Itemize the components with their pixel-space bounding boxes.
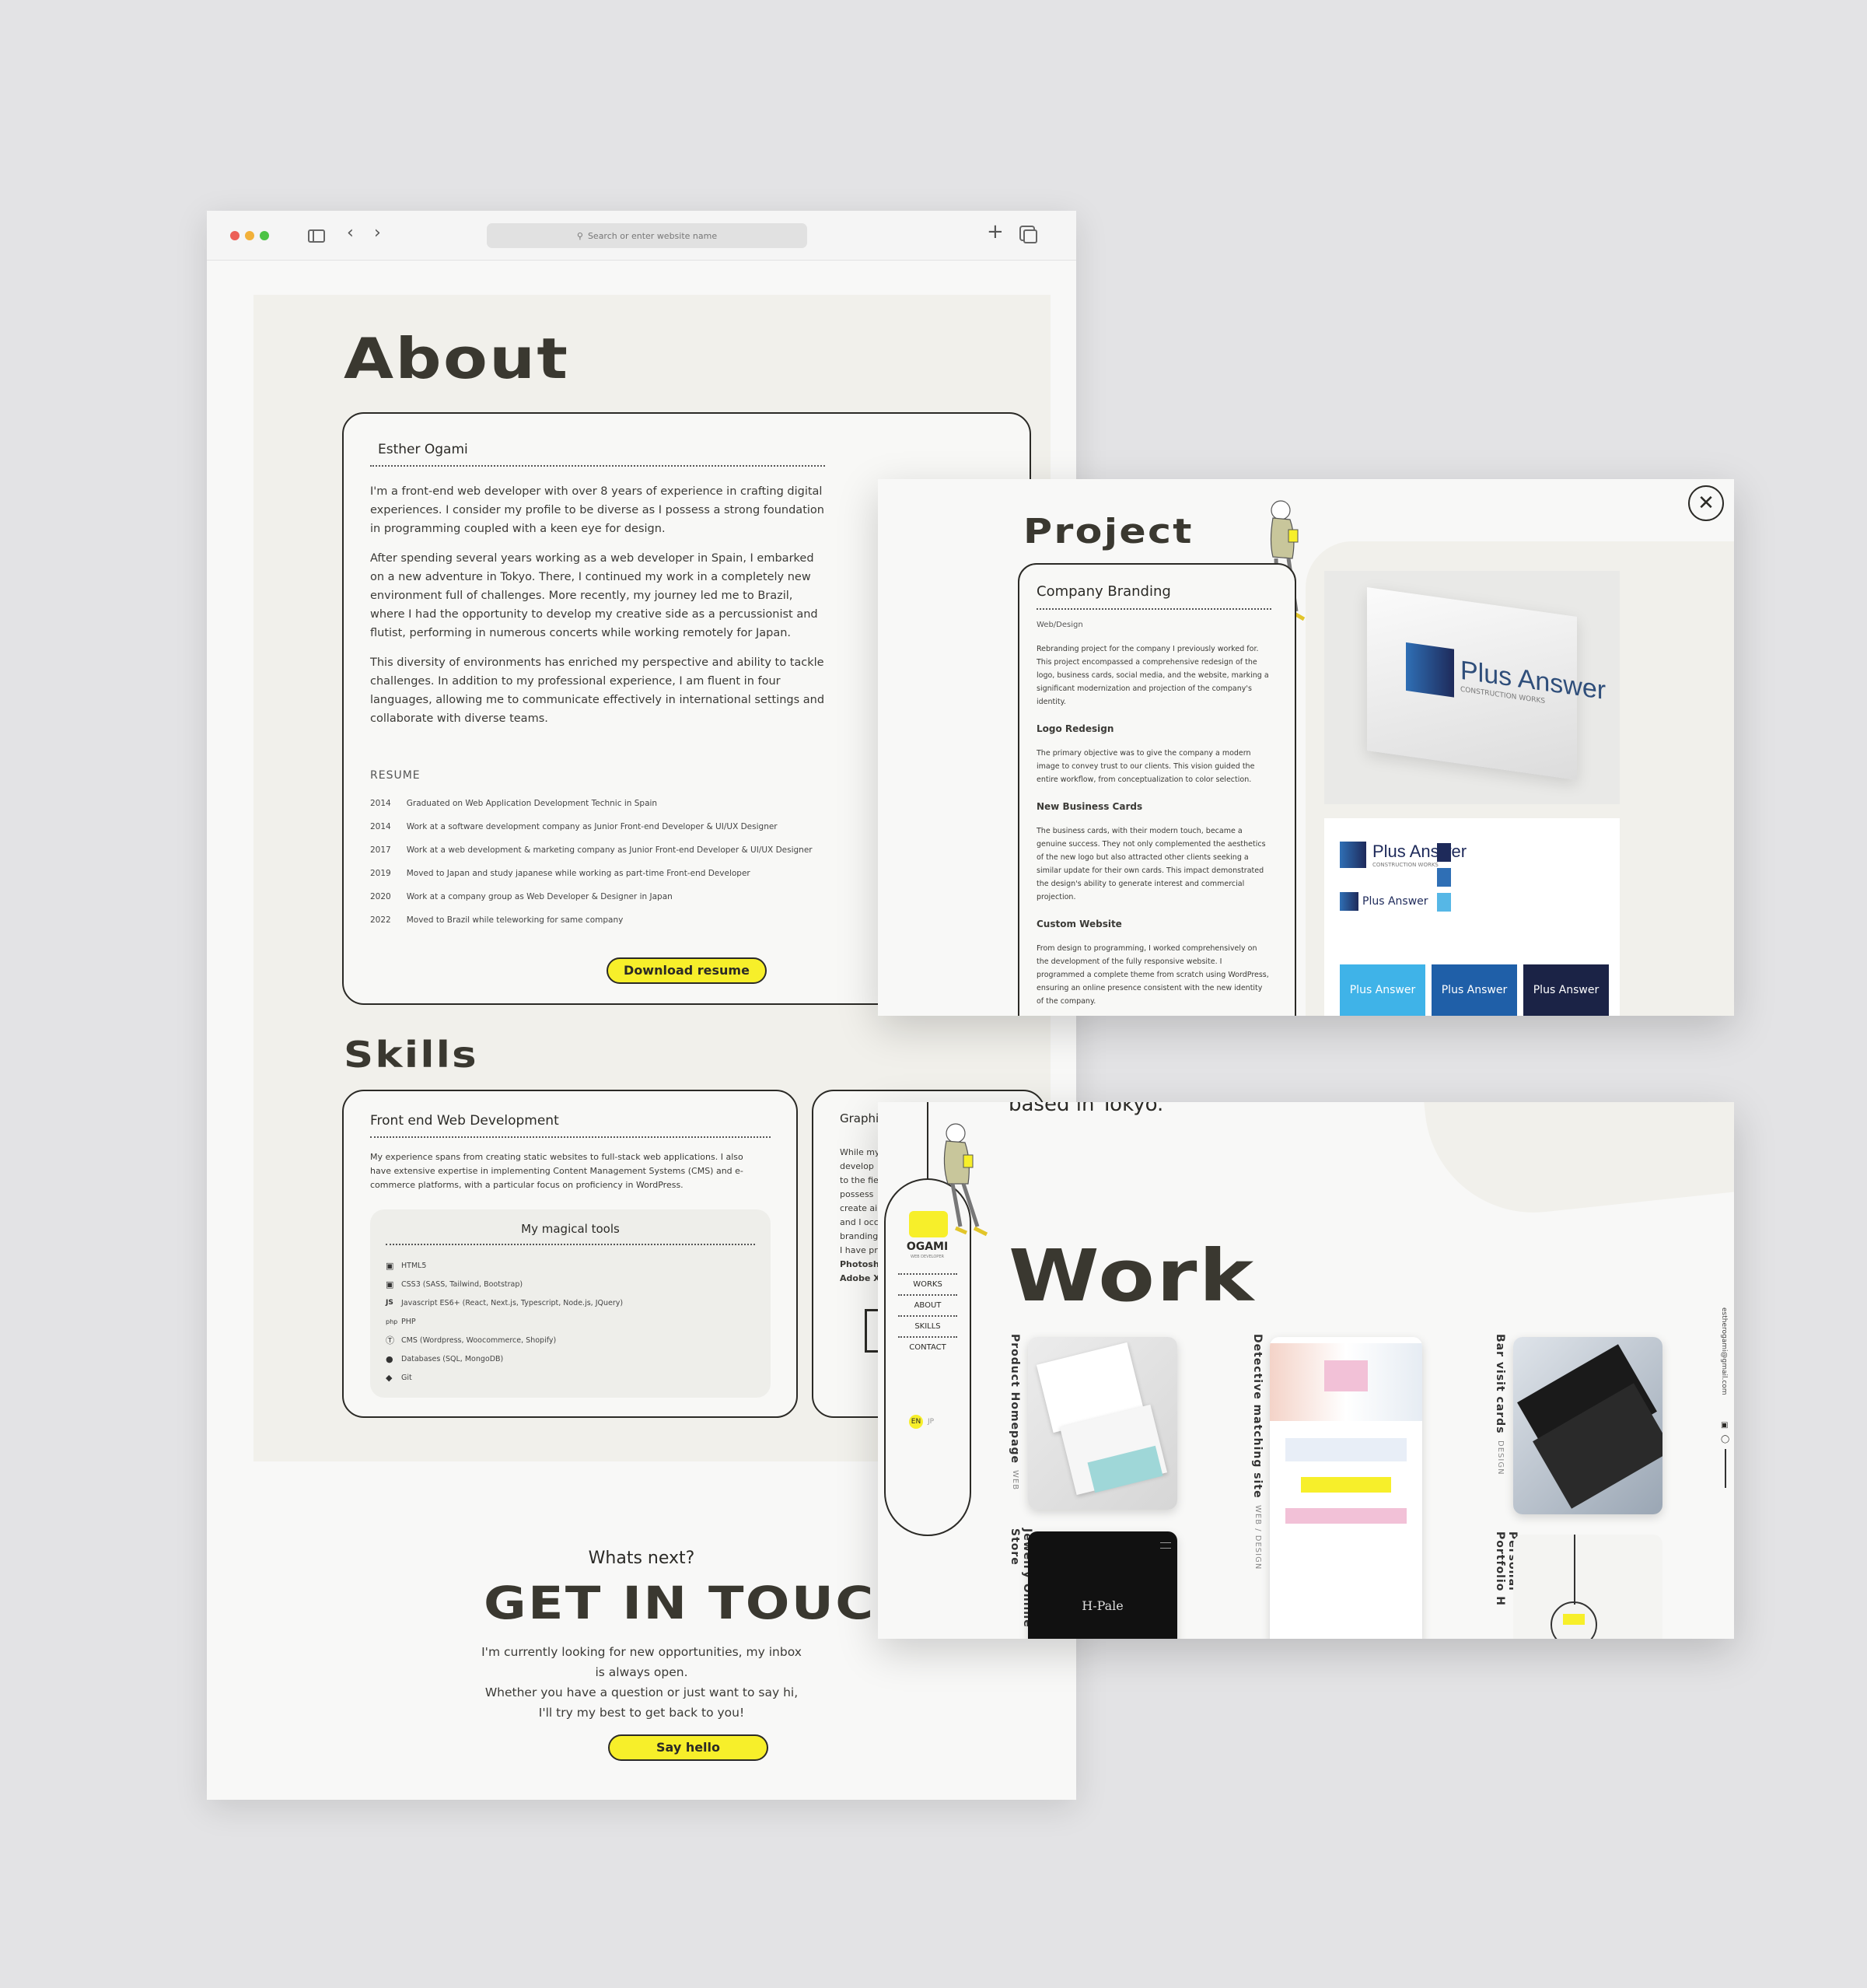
address-bar[interactable]: ⚲ Search or enter website name [487,223,807,248]
project-card: Company Branding Web/Design Rebranding p… [1018,563,1296,1016]
nav-item-skills[interactable]: SKILLS [898,1315,957,1336]
divider [1725,1449,1726,1488]
detective-site-thumbnail[interactable] [1270,1337,1422,1639]
logo-subtext: WEB DEVELOPER [911,1255,944,1259]
work-heading: Work [1009,1234,1256,1318]
signboard-image: Plus Answer CONSTRUCTION WORKS [1324,571,1620,804]
lang-en[interactable]: EN [909,1415,923,1429]
tool-item: ▣ CSS3 (SASS, Tailwind, Bootstrap) [386,1279,523,1290]
resume-item: 2014 Work at a software development compa… [370,822,778,831]
git-icon: ◆ [386,1372,393,1383]
tools-title: My magical tools [521,1222,620,1236]
profile-name: Esther Ogami [378,442,468,457]
divider [370,1136,771,1138]
resume-item: 2022 Moved to Brazil while teleworking fo… [370,915,624,925]
say-hello-button[interactable]: Say hello [608,1734,768,1761]
brand-guide-image: Plus Answer CONSTRUCTION WORKS Plus Answe… [1324,818,1620,1016]
minimize-window-button[interactable] [245,231,254,240]
work-item-title[interactable]: Product HomepageWEB [1009,1334,1021,1490]
lang-jp[interactable]: JP [928,1418,934,1426]
wordpress-icon: Ⓣ [386,1335,394,1346]
frontend-title: Front end Web Development [370,1113,559,1129]
search-icon: ⚲ [576,230,583,241]
skills-heading: Skills [344,1034,478,1076]
illustration-figure [943,1123,988,1237]
section-heading: Custom Website [1037,919,1122,929]
jewelry-store-thumbnail[interactable]: H-Pale [1028,1531,1177,1639]
divider [370,465,825,467]
html5-icon: ▣ [386,1260,394,1271]
nav-menu: WORKS ABOUT SKILLS CONTACT [898,1273,957,1357]
php-icon: php [386,1318,398,1325]
color-swatches [1437,843,1451,912]
tool-item: ▣ HTML5 [386,1260,427,1271]
work-item-title[interactable]: Detective matching siteWEB / DESIGN [1251,1334,1264,1570]
tool-item: ● Databases (SQL, MongoDB) [386,1353,504,1364]
project-card-title: Company Branding [1037,583,1171,600]
bar-visit-cards-thumbnail[interactable] [1513,1337,1662,1514]
css3-icon: ▣ [386,1279,394,1290]
js-icon: JS [386,1299,393,1307]
nav-item-works[interactable]: WORKS [898,1273,957,1294]
section-heading: New Business Cards [1037,801,1143,812]
product-homepage-thumbnail[interactable] [1028,1337,1177,1510]
close-icon[interactable]: ✕ [1688,485,1724,521]
jewelry-logo: H-Pale [1082,1598,1124,1613]
address-placeholder: Search or enter website name [587,230,718,241]
brand-tiles: Plus Answer Plus Answer Plus Answer [1340,964,1609,1016]
resume-label: RESUME [370,769,421,782]
about-paragraph: This diversity of environments has enric… [370,656,825,725]
tool-item: ◆ Git [386,1372,412,1383]
resume-item: 2017 Work at a web development & marketin… [370,845,813,855]
about-paragraph: After spending several years working as … [370,552,818,639]
project-heading: Project [1023,512,1194,551]
work-item-title[interactable]: Bar visit cardsDESIGN [1494,1334,1506,1475]
email-link[interactable]: estherogami@gmail.com [1720,1307,1728,1395]
nav-item-contact[interactable]: CONTACT [898,1336,957,1357]
work-page: based in Tokyo. Work OGAMI WEB DEVELOPER… [878,1102,1734,1639]
tools-list: ▣ HTML5 ▣ CSS3 (SASS, Tailwind, Bootstrap)… [386,1256,623,1387]
divider [1037,608,1271,610]
back-icon[interactable]: ‹ [347,223,354,243]
backdrop-shape [1411,1102,1734,1223]
tool-item: php PHP [386,1317,416,1326]
resume-item: 2019 Moved to Japan and study japanese wh… [370,869,750,878]
about-text: I'm a front-end web developer with over … [370,482,829,728]
download-resume-button[interactable]: Download resume [607,957,767,984]
tabs-overview-icon[interactable] [1023,229,1037,243]
browser-toolbar: ‹ › ⚲ Search or enter website name + [207,211,1076,261]
project-category: Web/Design [1037,621,1083,629]
database-icon: ● [386,1353,393,1364]
new-tab-icon[interactable]: + [987,220,1004,243]
maximize-window-button[interactable] [260,231,269,240]
about-paragraph: I'm a front-end web developer with over … [370,485,824,535]
nav-string [927,1102,928,1180]
forward-icon[interactable]: › [374,223,381,243]
divider [386,1244,755,1245]
linkedin-icon[interactable]: ▣ [1721,1421,1728,1430]
project-modal: Project Company Branding Web/Design Rebr… [878,479,1734,1016]
menu-icon [1160,1542,1171,1549]
contact-text: I'm currently looking for new opportunit… [481,1645,802,1720]
tools-panel: My magical tools ▣ HTML5 ▣ CSS3 (SASS, Tai… [370,1209,771,1398]
tool-item: JS Javascript ES6+ (React, Next.js, Types… [386,1298,624,1307]
resume-item: 2014 Graduated on Web Application Develop… [370,799,658,808]
sidebar-icon[interactable] [308,229,325,243]
close-window-button[interactable] [230,231,239,240]
tool-item: Ⓣ CMS (Wordpress, Woocommerce, Shopify) [386,1335,557,1346]
frontend-text: My experience spans from creating static… [370,1152,743,1190]
intro-fragment: based in Tokyo. [1009,1102,1164,1116]
nav-item-about[interactable]: ABOUT [898,1294,957,1315]
portfolio-thumbnail[interactable] [1513,1535,1662,1639]
section-heading: Logo Redesign [1037,723,1114,734]
graphic-title: Graphi [840,1111,879,1125]
language-switcher: EN JP [909,1415,934,1429]
graphic-text: While my develop to the fie possess create a… [840,1147,880,1283]
frontend-skill-card: Front end Web Development My experience … [342,1090,798,1418]
resume-item: 2020 Work at a company group as Web Devel… [370,892,673,901]
project-description: Rebranding project for the company I pre… [1037,645,1269,1006]
resume-list: 2014 Graduated on Web Application Develop… [370,799,914,939]
github-icon[interactable]: ◯ [1721,1435,1729,1444]
about-heading: About [344,326,570,391]
